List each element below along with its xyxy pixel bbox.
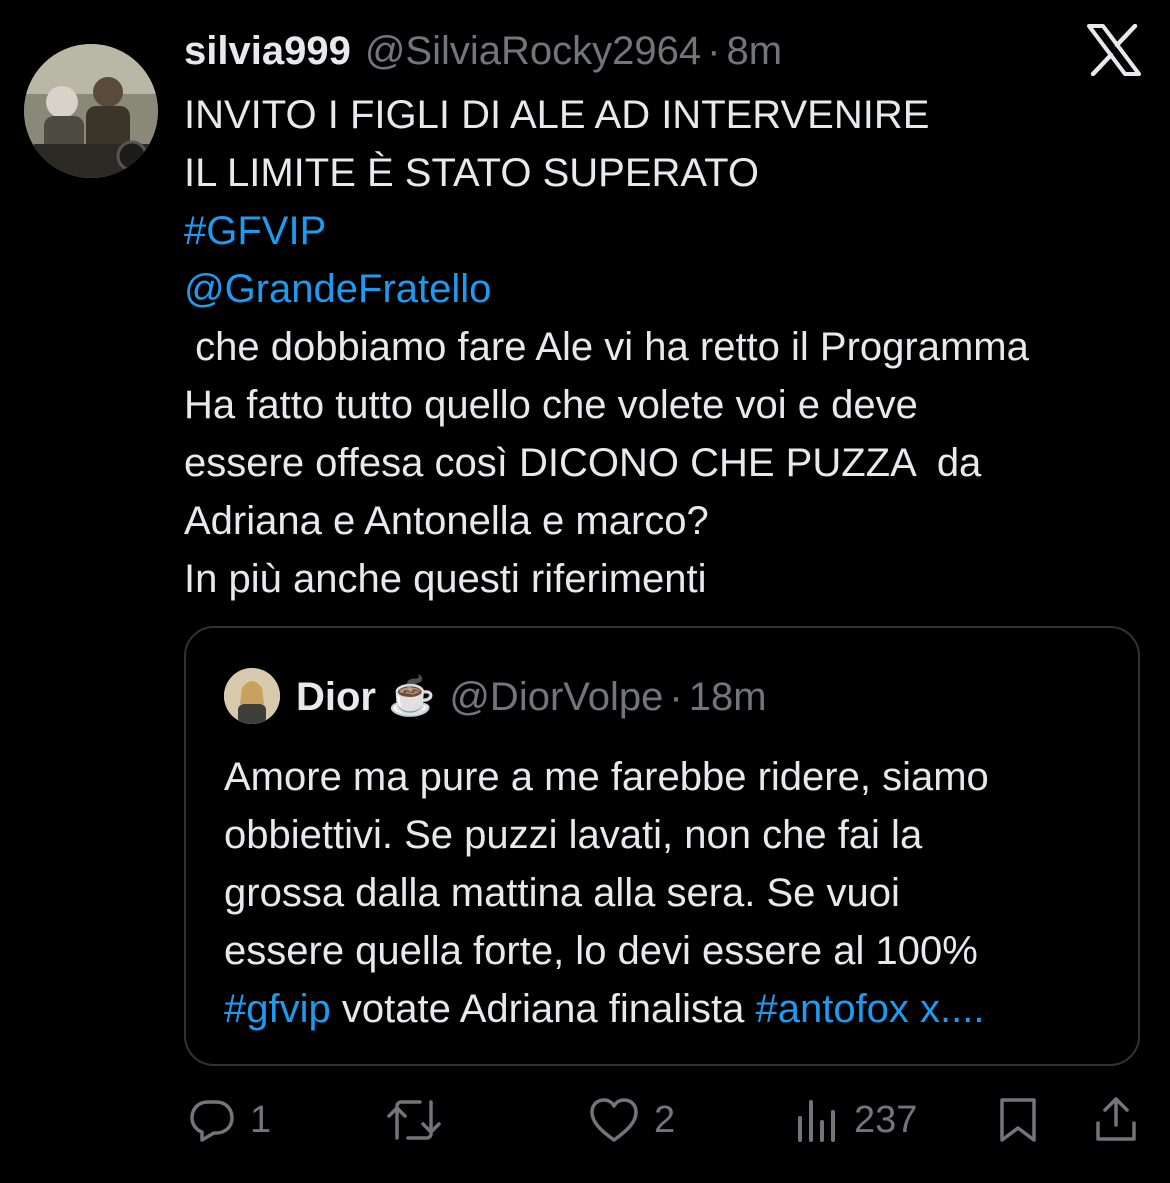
views-icon [798, 1100, 835, 1142]
tweet-header: silvia999 @SilviaRocky2964 · 8m [184, 28, 782, 74]
retweet-icon [387, 1100, 441, 1140]
share-button[interactable] [1094, 1085, 1138, 1155]
retweet-button[interactable] [386, 1085, 456, 1155]
display-name[interactable]: silvia999 [184, 29, 351, 74]
hashtag-link[interactable]: #gfvip [224, 987, 331, 1031]
reply-count: 1 [250, 1098, 272, 1141]
quoted-header: Dior ☕️ @DiorVolpe · 18m [296, 672, 767, 722]
quoted-line: Amore ma pure a me farebbe ridere, siamo [224, 755, 989, 799]
hashtag-link[interactable]: #GFVIP [184, 202, 1144, 260]
tweet-line: In più anche questi riferimenti [184, 557, 707, 601]
hashtag-link[interactable]: #antofox x.... [755, 987, 984, 1031]
quoted-timestamp[interactable]: 18m [689, 675, 767, 720]
views-count: 237 [854, 1098, 918, 1141]
tweet-line: Adriana e Antonella e marco? [184, 499, 709, 543]
quoted-tweet-card[interactable]: Dior ☕️ @DiorVolpe · 18m Amore ma pure a… [184, 626, 1140, 1066]
quoted-handle[interactable]: @DiorVolpe [449, 675, 663, 720]
quoted-line: obbiettivi. Se puzzi lavati, non che fai… [224, 813, 923, 857]
reply-button[interactable]: 1 [188, 1085, 271, 1155]
action-bar: 1 2 237 [0, 1085, 1170, 1155]
quoted-line: grossa dalla mattina alla sera. Se vuoi [224, 871, 900, 915]
tweet-line: INVITO I FIGLI DI ALE AD INTERVENIRE [184, 93, 930, 137]
quoted-display-name[interactable]: Dior [296, 675, 376, 720]
quoted-line-text: votate Adriana finalista [330, 987, 756, 1031]
views-button[interactable]: 237 [794, 1085, 917, 1155]
reply-icon [190, 1100, 234, 1142]
tweet-line: IL LIMITE È STATO SUPERATO [184, 151, 759, 195]
coffee-icon: ☕️ [388, 676, 436, 718]
timestamp[interactable]: 8m [726, 29, 782, 74]
quoted-line-last: #gfvip votate Adriana finalista #antofox… [224, 980, 1114, 1038]
like-count: 2 [654, 1098, 676, 1141]
heart-icon [590, 1098, 638, 1142]
tweet-line: Ha fatto tutto quello che volete voi e d… [184, 383, 918, 427]
tweet-line: che dobbiamo fare Ale vi ha retto il Pro… [184, 325, 1029, 369]
quoted-text: Amore ma pure a me farebbe ridere, siamo… [224, 748, 1114, 1038]
separator-dot: · [669, 674, 683, 719]
x-logo-icon [1086, 23, 1142, 77]
mention-link[interactable]: @GrandeFratello [184, 260, 1144, 318]
bookmark-icon [1000, 1098, 1036, 1142]
user-handle[interactable]: @SilviaRocky2964 [365, 29, 701, 74]
avatar[interactable] [24, 44, 158, 178]
share-icon [1096, 1097, 1136, 1141]
quoted-line: essere quella forte, lo devi essere al 1… [224, 929, 978, 973]
like-button[interactable]: 2 [588, 1085, 675, 1155]
tweet-text: INVITO I FIGLI DI ALE AD INTERVENIRE IL … [184, 86, 1144, 608]
separator-dot: · [707, 28, 721, 73]
quoted-avatar[interactable] [224, 668, 280, 724]
bookmark-button[interactable] [996, 1085, 1040, 1155]
tweet-line: essere offesa così DICONO CHE PUZZA da [184, 441, 982, 485]
